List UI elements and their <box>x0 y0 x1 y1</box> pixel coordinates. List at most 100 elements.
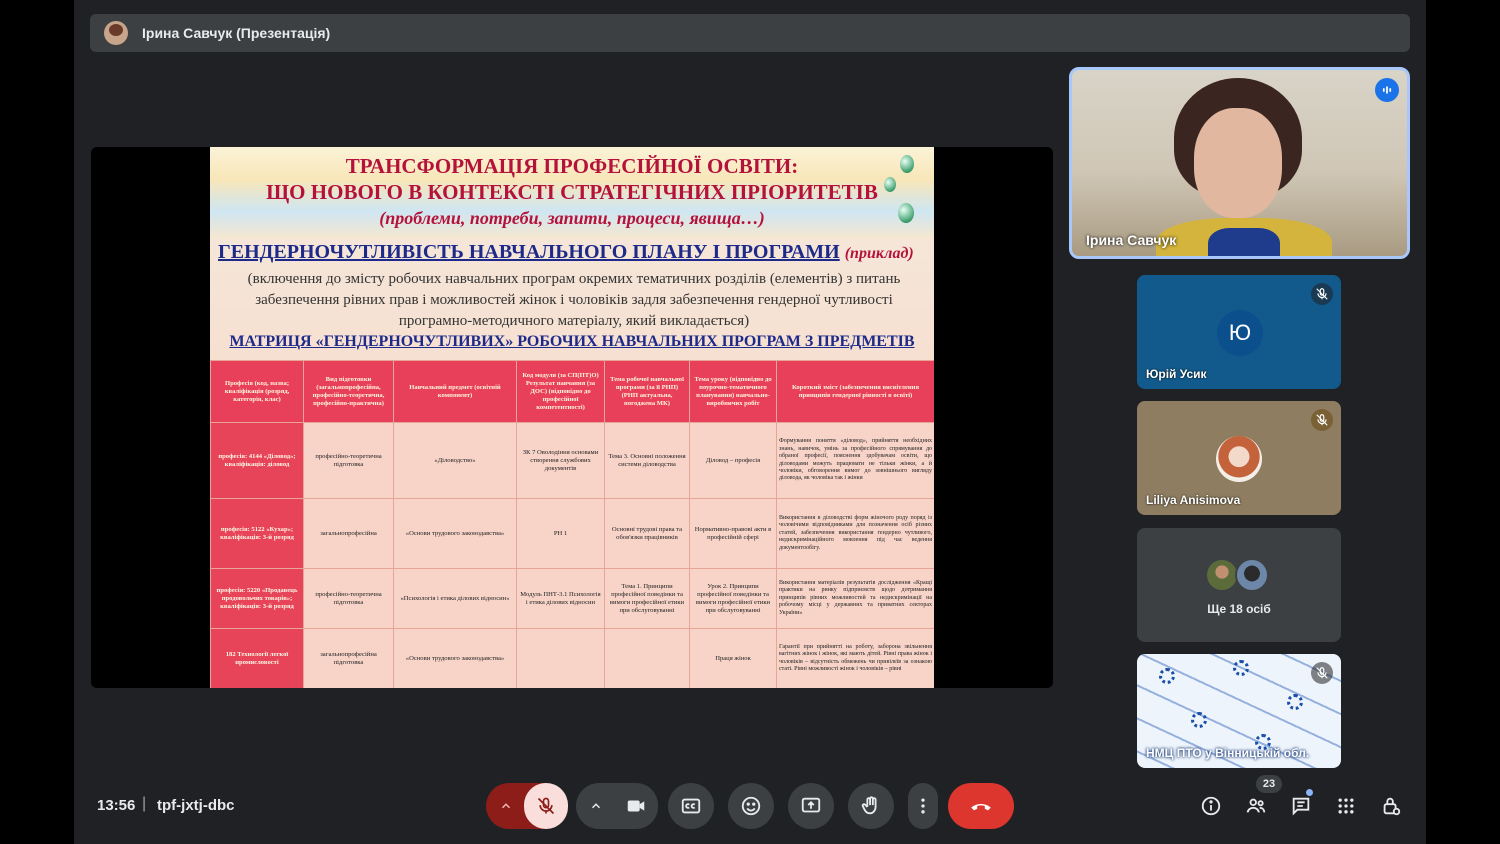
table-cell: 182 Технології легкої промисловості <box>210 628 304 688</box>
self-name-label: Ірина Савчук <box>1086 232 1177 248</box>
logo-pattern-decoration <box>1191 712 1207 728</box>
table-header-row: Професія (код, назва; кваліфікація (розр… <box>210 360 934 423</box>
chevron-up-icon[interactable] <box>486 783 526 829</box>
table-cell: Модуль ПНТ-3.1 Психологія і етика ділови… <box>516 568 605 629</box>
table-cell <box>604 628 690 688</box>
logo-pattern-decoration <box>1159 668 1175 684</box>
raise-hand-button[interactable] <box>848 783 894 829</box>
unread-indicator <box>1306 789 1313 796</box>
table-row: професія: 5122 «Кухар»; кваліфікація: 3-… <box>210 498 934 569</box>
people-icon <box>1246 798 1266 813</box>
people-button[interactable] <box>1243 793 1269 819</box>
presenter-label: Ірина Савчук (Презентація) <box>142 25 331 41</box>
emoji-reactions-button[interactable] <box>728 783 774 829</box>
table-cell: професійно-теоретична підготовка <box>303 422 394 499</box>
table-cell <box>516 628 605 688</box>
participant-avatar <box>1235 558 1269 592</box>
participant-name: НМЦ ПТО у Вінницькій обл. <box>1146 746 1310 760</box>
activities-button[interactable] <box>1333 793 1359 819</box>
table-header: Професія (код, назва; кваліфікація (розр… <box>210 360 304 423</box>
captions-button[interactable] <box>668 783 714 829</box>
more-vert-icon <box>921 798 925 814</box>
participant-avatar <box>1216 436 1262 482</box>
more-options-button[interactable] <box>908 783 938 829</box>
slide-subtitle: (проблеми, потреби, запити, процеси, яви… <box>379 208 765 228</box>
slide-title-line-2: ЩО НОВОГО В КОНТЕКСТІ СТРАТЕГІЧНИХ ПРІОР… <box>266 180 878 204</box>
presenter-bar[interactable]: Ірина Савчук (Презентація) <box>90 14 1410 52</box>
slide-matrix-title: МАТРИЦЯ «ГЕНДЕРНОЧУТЛИВИХ» РОБОЧИХ НАВЧА… <box>229 333 915 350</box>
meeting-details-button[interactable] <box>1198 793 1224 819</box>
table-header: Тема уроку (відповідно до поурочно-темат… <box>689 360 777 423</box>
host-controls-lock-icon <box>1383 797 1401 816</box>
table-cell: загальнопрофесійна підготовка <box>303 628 394 688</box>
emoji-icon <box>741 796 761 816</box>
camera-control-group <box>576 783 658 829</box>
table-cell: ЗК 7 Оволодіння основами створення служб… <box>516 422 605 499</box>
table-header: Вид підготовки (загальнопрофесійна, проф… <box>303 360 394 423</box>
table-cell: Використання в діловодстві форм жіночого… <box>776 498 934 569</box>
camera-button[interactable] <box>614 783 658 829</box>
table-cell: «Психологія і етика ділових відносин» <box>393 568 517 629</box>
mic-off-button[interactable] <box>524 783 568 829</box>
table-cell: Праця жінок <box>689 628 777 688</box>
slide-heading-example: (приклад) <box>844 245 914 262</box>
people-count-badge: 23 <box>1256 775 1282 793</box>
table-cell: РН 1 <box>516 498 605 569</box>
table-cell: Формування поняття «діловод», прийняття … <box>776 422 934 499</box>
table-cell: Гарантії при прийнятті на роботу, заборо… <box>776 628 934 688</box>
participant-tile[interactable]: Ю Юрій Усик <box>1137 275 1341 389</box>
raise-hand-icon <box>861 796 877 815</box>
speaking-indicator-icon <box>1375 78 1399 102</box>
chat-icon <box>1292 797 1310 816</box>
self-shirt-shape <box>1208 228 1280 256</box>
more-participants-tile[interactable]: Ще 18 осіб <box>1137 528 1341 642</box>
table-cell: «Основи трудового законодавства» <box>393 498 517 569</box>
table-cell: Нормативно-правові акти в професійній сф… <box>689 498 777 569</box>
host-controls-button[interactable] <box>1378 793 1404 819</box>
self-video-feed <box>1156 78 1332 256</box>
call-end-icon <box>971 803 991 811</box>
self-video-tile[interactable]: Ірина Савчук <box>1069 67 1410 259</box>
table-cell: професія: 5220 «Продавець продовольчих т… <box>210 568 304 629</box>
table-cell: професія: 4144 «Діловод»; кваліфікація: … <box>210 422 304 499</box>
slide-title-line-1: ТРАНСФОРМАЦІЯ ПРОФЕСІЙНОЇ ОСВІТИ: <box>345 154 799 178</box>
table-header: Код модуля (за СП(ПТ)О) Результат навчан… <box>516 360 605 423</box>
table-row: 182 Технології легкої промисловості зага… <box>210 628 934 688</box>
meeting-code: tpf-jxtj-dbc <box>157 797 235 814</box>
mic-off-icon <box>1311 409 1333 431</box>
table-cell: Тема 1. Принципи професійної поведінки т… <box>604 568 690 629</box>
slide-heading-text: ГЕНДЕРНОЧУТЛИВІСТЬ НАВЧАЛЬНОГО ПЛАНУ І П… <box>218 241 840 263</box>
participant-avatar <box>1205 558 1239 592</box>
more-participants-label: Ще 18 осіб <box>1207 602 1271 616</box>
present-now-button[interactable] <box>788 783 834 829</box>
participant-name: Liliya Anisimova <box>1146 493 1241 507</box>
stacked-avatars <box>1205 558 1275 594</box>
microphone-control-group <box>486 783 568 829</box>
table-cell: «Основи трудового законодавства» <box>393 628 517 688</box>
participant-avatar: Ю <box>1217 310 1263 356</box>
participant-tile[interactable]: Liliya Anisimova <box>1137 401 1341 515</box>
meeting-info-separator: | <box>142 795 147 812</box>
gender-matrix-table: Професія (код, назва; кваліфікація (розр… <box>210 360 934 688</box>
mic-off-icon <box>1311 662 1333 684</box>
chat-button[interactable] <box>1288 793 1314 819</box>
slide-description: (включення до змісту робочих навчальних … <box>247 271 901 329</box>
leave-call-button[interactable] <box>948 783 1014 829</box>
apps-grid-icon <box>1338 798 1354 814</box>
table-row: професія: 5220 «Продавець продовольчих т… <box>210 568 934 629</box>
table-cell: професійно-теоретична підготовка <box>303 568 394 629</box>
table-cell: Використання матеріалів результатів досл… <box>776 568 934 629</box>
table-cell: професія: 5122 «Кухар»; кваліфікація: 3-… <box>210 498 304 569</box>
video-camera-icon <box>627 800 645 812</box>
participant-tile[interactable]: НМЦ ПТО у Вінницькій обл. <box>1137 654 1341 768</box>
present-screen-icon <box>801 797 821 813</box>
slide-heading: ГЕНДЕРНОЧУТЛИВІСТЬ НАВЧАЛЬНОГО ПЛАНУ І П… <box>218 241 934 264</box>
table-cell: «Діловодство» <box>393 422 517 499</box>
table-header: Короткий зміст (забезпечення висвітлення… <box>776 360 934 423</box>
closed-captions-icon <box>681 798 701 814</box>
chevron-up-icon[interactable] <box>576 783 616 829</box>
table-row: професія: 4144 «Діловод»; кваліфікація: … <box>210 422 934 499</box>
info-icon <box>1201 796 1221 816</box>
table-cell: Діловод – професія <box>689 422 777 499</box>
participant-name: Юрій Усик <box>1146 367 1207 381</box>
